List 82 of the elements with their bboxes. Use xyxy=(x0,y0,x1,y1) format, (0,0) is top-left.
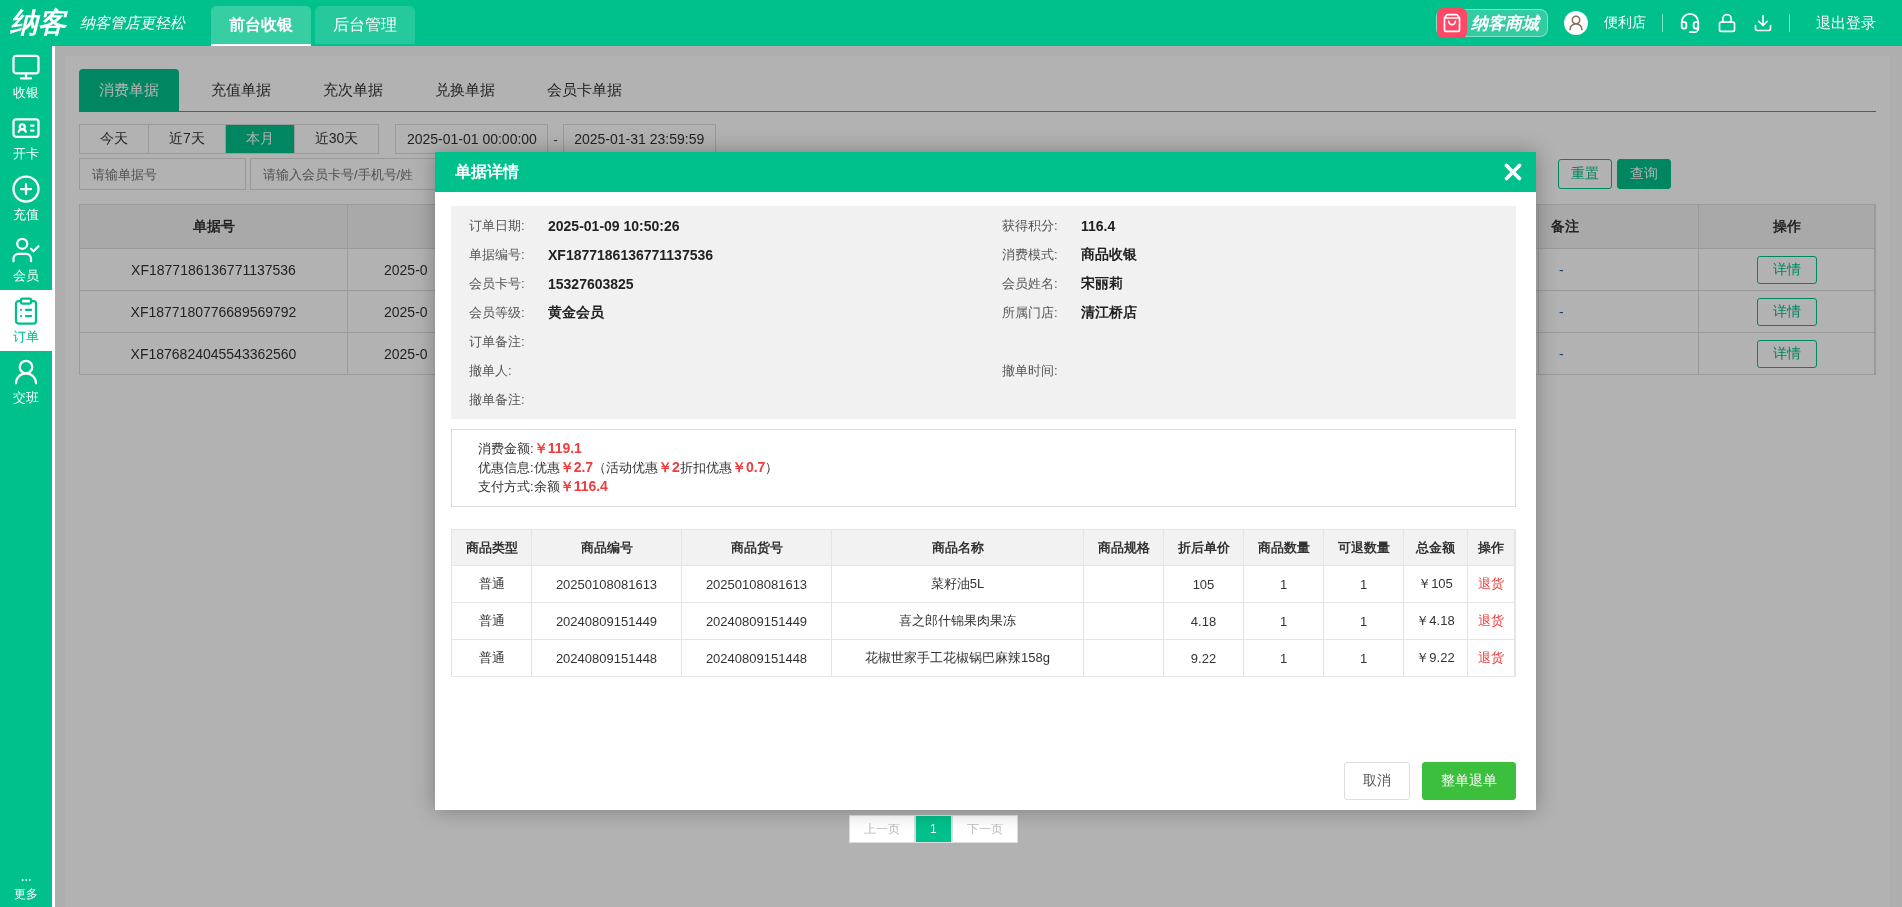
detail-button[interactable]: 详情 xyxy=(1756,297,1817,326)
tab[interactable]: 会员卡单据 xyxy=(527,69,642,111)
logout-link[interactable]: 退出登录 xyxy=(1816,13,1876,33)
refund-link[interactable]: 退货 xyxy=(1478,612,1504,630)
sidebar-item[interactable]: 充值 xyxy=(0,168,52,229)
range-button[interactable]: 本月 xyxy=(224,124,295,154)
field-value: 15327603825 xyxy=(548,275,634,292)
summary-value: ￥119.1 xyxy=(533,440,582,458)
table-cell: 9.22 xyxy=(1164,640,1244,676)
store-name: 便利店 xyxy=(1604,14,1646,32)
slogan: 纳客管店更轻松 xyxy=(80,13,185,33)
range-button[interactable]: 近30天 xyxy=(293,124,380,154)
table-cell: 花椒世家手工花椒锅巴麻辣158g xyxy=(832,640,1084,676)
cancel-button[interactable]: 取消 xyxy=(1344,762,1410,800)
sidebar-label: 交班 xyxy=(13,388,39,407)
date-separator: - xyxy=(553,131,558,147)
field-label: 订单日期: xyxy=(469,216,526,235)
refund-link[interactable]: 退货 xyxy=(1478,575,1504,593)
field-label: 所属门店: xyxy=(1002,303,1059,322)
table-cell: 1 xyxy=(1324,640,1404,676)
detail-button[interactable]: 详情 xyxy=(1756,255,1817,284)
range-button[interactable]: 近7天 xyxy=(148,124,226,154)
field-label: 会员等级: xyxy=(469,303,526,322)
top-tab[interactable]: 前台收银 xyxy=(211,6,311,46)
top-tab[interactable]: 后台管理 xyxy=(315,6,415,46)
field-value: 黄金会员 xyxy=(548,303,604,322)
field-value: 清江桥店 xyxy=(1081,303,1137,322)
sidebar-item[interactable]: 订单 xyxy=(0,290,52,351)
sidebar-label: 开卡 xyxy=(13,144,39,163)
field-label: 获得积分: xyxy=(1002,216,1059,235)
sidebar-label: 收银 xyxy=(13,83,39,102)
refund-link[interactable]: 退货 xyxy=(1478,649,1504,667)
tab[interactable]: 消费单据 xyxy=(79,69,179,111)
table-cell: XF1876824045543362560 xyxy=(80,333,348,374)
more-link[interactable]: 更多 xyxy=(14,886,38,903)
detail-button[interactable]: 详情 xyxy=(1756,339,1817,368)
field-label: 订单备注: xyxy=(469,332,526,351)
mall-button[interactable]: 纳客商城 xyxy=(1436,9,1548,37)
table-cell: 20240809151448 xyxy=(682,640,832,676)
sidebar-item[interactable]: 收银 xyxy=(0,46,52,107)
tab[interactable]: 充次单据 xyxy=(303,69,403,111)
plus-circle-icon xyxy=(11,173,41,204)
sidebar-label: 充值 xyxy=(13,205,39,224)
bag-icon xyxy=(1442,13,1462,33)
search-field[interactable]: 请输单据号 xyxy=(79,158,246,190)
field-label: 撤单人: xyxy=(469,361,513,380)
summary-label: 消费金额: xyxy=(478,440,534,458)
field-value: 2025-01-09 10:50:26 xyxy=(548,217,680,234)
field-value: 116.4 xyxy=(1081,217,1116,234)
summary-value: 余额￥116.4 xyxy=(533,478,608,496)
sidebar-item[interactable]: 开卡 xyxy=(0,107,52,168)
page-button[interactable]: 1 xyxy=(915,815,952,843)
range-button[interactable]: 今天 xyxy=(79,124,149,154)
avatar-icon xyxy=(1564,11,1588,35)
field-value: XF1877186136771137536 xyxy=(548,246,714,263)
headset-icon[interactable] xyxy=(1679,12,1701,34)
table-cell: 1 xyxy=(1244,640,1324,676)
tab[interactable]: 充值单据 xyxy=(191,69,291,111)
reset-button[interactable]: 重置 xyxy=(1558,159,1612,189)
download-icon[interactable] xyxy=(1753,13,1773,33)
sidebar-item[interactable]: 会员 xyxy=(0,229,52,290)
dialog-title: 单据详情 xyxy=(455,161,519,182)
summary-label: 优惠信息: xyxy=(478,459,534,477)
table-cell: ￥9.22 xyxy=(1404,640,1468,676)
field-label: 会员卡号: xyxy=(469,274,526,293)
field-label: 撤单备注: xyxy=(469,390,526,409)
field-label: 撤单时间: xyxy=(1002,361,1059,380)
sidebar-item[interactable]: 交班 xyxy=(0,351,52,412)
logo: 纳客 xyxy=(10,6,66,40)
table-cell: 普通 xyxy=(452,640,532,676)
field-value: 宋丽莉 xyxy=(1081,274,1123,293)
lock-icon[interactable] xyxy=(1717,13,1737,33)
refund-all-button[interactable]: 整单退单 xyxy=(1422,762,1516,800)
table-cell: 20240809151448 xyxy=(532,640,682,676)
sidebar-label: 会员 xyxy=(13,266,39,285)
tab[interactable]: 兑换单据 xyxy=(415,69,515,111)
table-cell: - xyxy=(1539,333,1699,374)
summary-value: 优惠￥2.7（活动优惠￥2折扣优惠￥0.7） xyxy=(533,459,779,477)
sidebar-label: 订单 xyxy=(13,327,39,346)
query-button[interactable]: 查询 xyxy=(1617,159,1671,189)
field-label: 会员姓名: xyxy=(1002,274,1059,293)
summary-label: 支付方式: xyxy=(478,478,534,496)
